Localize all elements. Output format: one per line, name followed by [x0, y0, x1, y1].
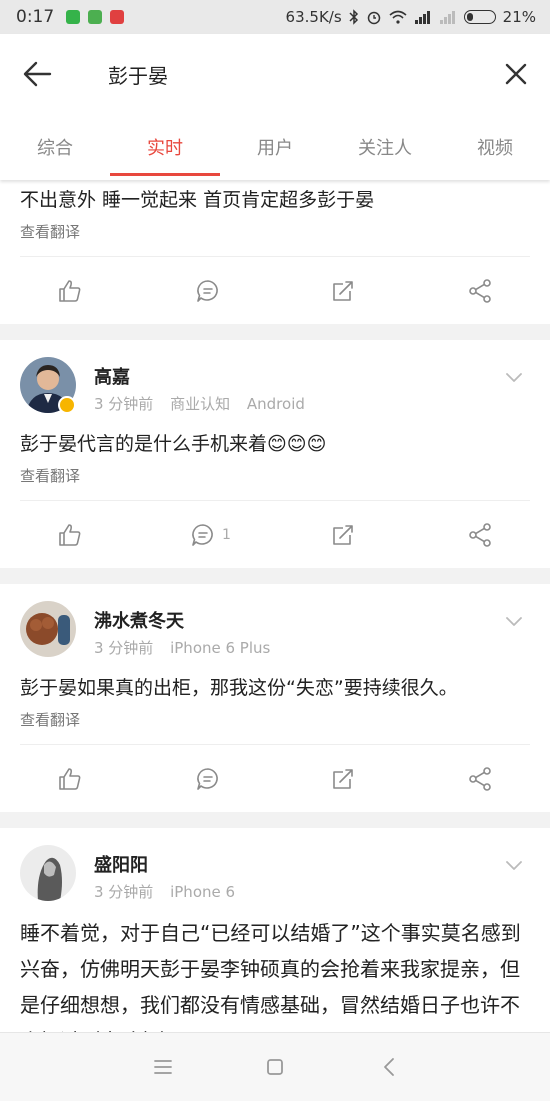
user-avatar-image	[20, 845, 76, 901]
repost-button[interactable]	[330, 266, 370, 316]
tab-users[interactable]: 用户	[220, 112, 330, 178]
shield-app-icon	[66, 10, 81, 24]
status-bar: 0:17 63.5K/s 21%	[0, 0, 550, 34]
post-content: 彭于晏代言的是什么手机来着😊😊😊	[20, 433, 327, 455]
back-icon[interactable]	[378, 1055, 402, 1079]
post-actions: 1	[0, 510, 550, 560]
share-icon	[469, 523, 491, 547]
play-app-icon	[88, 10, 103, 24]
back-arrow-icon[interactable]	[20, 56, 56, 92]
signal-weak-icon	[439, 11, 455, 24]
divider	[20, 744, 530, 745]
post-device: Android	[246, 395, 305, 413]
like-button[interactable]	[57, 510, 97, 560]
share-button[interactable]	[467, 510, 507, 560]
post-time: 3 分钟前	[94, 883, 154, 901]
comment-button[interactable]: 1	[190, 510, 250, 560]
post-meta: 3 分钟前 iPhone 6 Plus	[94, 637, 270, 658]
comment-count: 1	[222, 527, 231, 543]
search-tabs: 综合 实时 用户 关注人 视频	[0, 112, 550, 178]
username[interactable]: 沸水煮冬天	[94, 607, 184, 633]
post-meta: 3 分钟前 iPhone 6	[94, 881, 235, 902]
wifi-icon	[389, 10, 407, 24]
close-icon[interactable]	[500, 58, 532, 90]
post-content: 不出意外 睡一觉起来 首页肯定超多彭于晏	[20, 189, 375, 211]
repost-icon	[333, 769, 353, 789]
tab-realtime[interactable]: 实时	[110, 112, 220, 178]
post-device: iPhone 6	[170, 883, 236, 901]
avatar[interactable]	[20, 601, 76, 657]
tab-comprehensive[interactable]: 综合	[0, 112, 110, 178]
share-button[interactable]	[467, 266, 507, 316]
chevron-down-icon[interactable]	[504, 614, 524, 628]
share-button[interactable]	[467, 754, 507, 804]
battery-percent: 21%	[502, 8, 536, 26]
divider	[20, 256, 530, 257]
thumbs-up-icon	[59, 280, 81, 302]
comment-button[interactable]	[195, 266, 235, 316]
post-device: iPhone 6 Plus	[170, 639, 271, 657]
thumbs-up-icon	[59, 524, 81, 546]
post-meta: 3 分钟前 商业认知 Android	[94, 393, 305, 414]
comment-icon	[197, 280, 218, 302]
repost-button[interactable]	[330, 754, 370, 804]
signal-icon	[414, 11, 430, 24]
network-speed: 63.5K/s	[285, 8, 342, 26]
post-actions	[0, 266, 550, 316]
avatar[interactable]	[20, 845, 76, 901]
username[interactable]: 盛阳阳	[94, 851, 148, 877]
chevron-down-icon[interactable]	[504, 370, 524, 384]
home-icon[interactable]	[263, 1055, 287, 1079]
share-icon	[469, 767, 491, 791]
share-icon	[469, 279, 491, 303]
divider	[20, 500, 530, 501]
alarm-icon	[367, 11, 380, 25]
like-button[interactable]	[57, 754, 97, 804]
post-time: 3 分钟前	[94, 639, 154, 657]
bluetooth-icon	[349, 9, 358, 25]
search-query[interactable]: 彭于晏	[108, 60, 168, 89]
comment-icon	[197, 768, 218, 790]
post-content: 彭于晏如果真的出柜，那我这份“失恋”要持续很久。	[20, 677, 458, 699]
post-source-label: 商业认知	[170, 395, 231, 413]
translate-link[interactable]: 查看翻译	[20, 465, 80, 486]
search-header: 彭于晏 综合 实时 用户 关注人 视频	[0, 34, 550, 180]
media-app-icon	[110, 10, 125, 24]
translate-link[interactable]: 查看翻译	[20, 221, 80, 242]
user-avatar-image	[20, 601, 76, 657]
translate-link[interactable]: 查看翻译	[20, 709, 80, 730]
post-time: 3 分钟前	[94, 395, 154, 413]
like-button[interactable]	[57, 266, 97, 316]
thumbs-up-icon	[59, 768, 81, 790]
post-card: 高嘉 3 分钟前 商业认知 Android 彭于晏代言的是什么手机来着😊😊😊 查…	[0, 340, 550, 568]
post-card: 沸水煮冬天 3 分钟前 iPhone 6 Plus 彭于晏如果真的出柜，那我这份…	[0, 584, 550, 812]
repost-icon	[333, 281, 353, 301]
menu-icon[interactable]	[151, 1055, 175, 1079]
chevron-down-icon[interactable]	[504, 858, 524, 872]
repost-button[interactable]	[330, 510, 370, 560]
tab-videos[interactable]: 视频	[440, 112, 550, 178]
comment-icon	[192, 524, 213, 546]
post-card: 不出意外 睡一觉起来 首页肯定超多彭于晏 查看翻译	[0, 180, 550, 324]
verified-badge-icon	[58, 396, 76, 414]
username[interactable]: 高嘉	[94, 363, 130, 389]
post-actions	[0, 754, 550, 804]
repost-icon	[333, 525, 353, 545]
tab-following[interactable]: 关注人	[330, 112, 440, 178]
system-nav-bar	[0, 1032, 550, 1101]
battery-icon	[463, 10, 496, 24]
status-time: 0:17	[16, 7, 55, 27]
comment-button[interactable]	[195, 754, 235, 804]
